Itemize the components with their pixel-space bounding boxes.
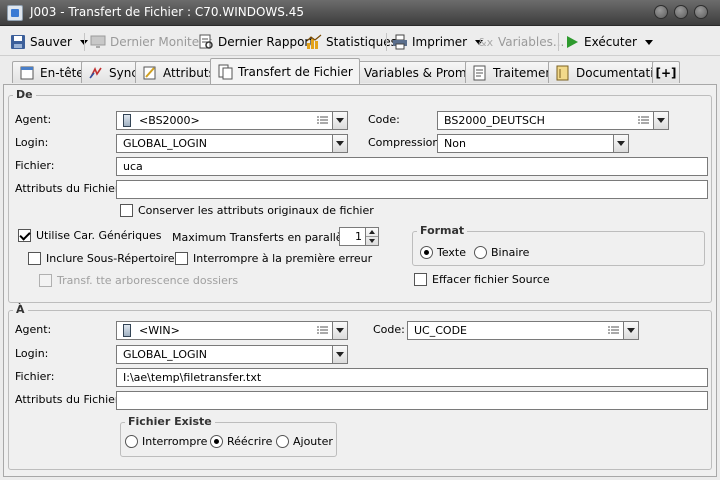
compression-label: Compression: <box>368 136 444 149</box>
stepper-up-icon[interactable] <box>366 228 378 237</box>
source-agent-label: Agent: <box>15 113 52 126</box>
report-icon <box>198 34 214 50</box>
attributes-icon <box>142 65 158 81</box>
toolbar-separator <box>84 33 85 51</box>
variables-button[interactable]: &x Variables... <box>478 31 564 53</box>
source-attrs-input[interactable] <box>116 180 708 199</box>
agent-icon <box>123 324 131 337</box>
window-title: J003 - Transfert de Fichier : C70.WINDOW… <box>30 5 304 19</box>
print-button[interactable]: Imprimer <box>392 31 484 53</box>
dest-attrs-input[interactable] <box>116 391 708 410</box>
save-button[interactable]: Sauver <box>10 31 88 53</box>
compression-dropdown[interactable] <box>613 134 629 153</box>
list-icon[interactable] <box>317 326 328 335</box>
exists-abort-radio[interactable]: Interrompre <box>125 435 207 448</box>
exists-append-radio[interactable]: Ajouter <box>276 435 333 448</box>
printer-icon <box>392 34 408 50</box>
list-icon[interactable] <box>608 326 619 335</box>
dest-file-input[interactable]: I:\ae\temp\filetransfer.txt <box>116 368 708 387</box>
compression-select[interactable]: Non <box>437 134 629 153</box>
sync-icon <box>88 65 104 81</box>
variables-icon: &x <box>478 34 494 50</box>
dest-code-select[interactable]: UC_CODE <box>407 321 639 340</box>
dest-agent-select[interactable]: <WIN> <box>116 321 348 340</box>
svg-text:&x: &x <box>478 36 494 49</box>
add-tab-icon: [+] <box>655 65 677 80</box>
tab-header[interactable]: En-tête <box>12 61 91 83</box>
title-bar: J003 - Transfert de Fichier : C70.WINDOW… <box>0 0 720 26</box>
dest-agent-dropdown[interactable] <box>332 321 348 340</box>
minimize-button[interactable] <box>654 5 668 19</box>
source-file-input[interactable]: uca <box>116 157 708 176</box>
dest-login-label: Login: <box>15 347 49 360</box>
file-exists-legend: Fichier Existe <box>125 415 215 428</box>
wildcards-checkbox[interactable]: Utilise Car. Génériques <box>18 229 162 242</box>
file-transfer-icon <box>217 64 233 80</box>
format-binary-radio[interactable]: Binaire <box>474 246 529 259</box>
maximize-button[interactable] <box>674 5 688 19</box>
source-code-select[interactable]: BS2000_DEUTSCH <box>437 111 669 130</box>
agent-icon <box>123 114 131 127</box>
tab-add[interactable]: [+] <box>652 61 680 83</box>
statistics-button[interactable]: Statistiques <box>306 31 397 53</box>
monitor-icon <box>90 34 106 50</box>
source-agent-select[interactable]: <BS2000> <box>116 111 348 130</box>
dest-code-dropdown[interactable] <box>623 321 639 340</box>
source-attrs-label: Attributs du Fichier: <box>15 182 123 195</box>
format-text-radio[interactable]: Texte <box>420 246 466 259</box>
source-login-select[interactable]: GLOBAL_LOGIN <box>116 134 348 153</box>
documentation-icon <box>555 65 571 81</box>
source-legend: De <box>13 88 36 101</box>
stop-on-error-checkbox[interactable]: Interrompre à la première erreur <box>175 252 372 265</box>
source-login-label: Login: <box>15 136 49 149</box>
source-login-dropdown[interactable] <box>332 134 348 153</box>
dest-login-dropdown[interactable] <box>332 345 348 364</box>
keep-attrs-checkbox[interactable]: Conserver les attributs originaux de fic… <box>120 204 374 217</box>
source-code-dropdown[interactable] <box>653 111 669 130</box>
source-file-label: Fichier: <box>15 159 55 172</box>
tab-file-transfer[interactable]: Transfert de Fichier <box>210 58 360 84</box>
include-subdirs-checkbox[interactable]: Inclure Sous-Répertoires <box>28 252 180 265</box>
list-icon[interactable] <box>638 116 649 125</box>
chevron-down-icon[interactable] <box>644 39 653 45</box>
max-transfers-label: Maximum Transferts en parallèle: <box>172 231 357 244</box>
dest-agent-label: Agent: <box>15 323 52 336</box>
toolbar-separator <box>558 33 559 51</box>
format-legend: Format <box>417 224 468 237</box>
app-icon <box>7 5 23 21</box>
processing-icon <box>472 65 488 81</box>
max-transfers-stepper[interactable]: 1 <box>339 227 379 246</box>
delete-source-checkbox[interactable]: Effacer fichier Source <box>414 273 550 286</box>
chart-icon <box>306 34 322 50</box>
header-icon <box>19 65 35 81</box>
source-code-label: Code: <box>368 113 400 126</box>
execute-button[interactable]: Exécuter <box>564 31 653 53</box>
toolbar: Sauver Dernier Moniteur Dernier Rapport … <box>0 27 720 56</box>
tab-attributes[interactable]: Attributs <box>135 61 222 83</box>
last-monitor-button[interactable]: Dernier Moniteur <box>90 31 212 53</box>
destination-legend: À <box>13 303 28 316</box>
toolbar-separator <box>386 33 387 51</box>
source-agent-dropdown[interactable] <box>332 111 348 130</box>
stepper-down-icon[interactable] <box>366 237 378 245</box>
last-report-button[interactable]: Dernier Rapport <box>198 31 314 53</box>
list-icon[interactable] <box>317 116 328 125</box>
transfer-tree-checkbox[interactable]: Transf. tte arborescence dossiers <box>39 274 238 287</box>
dest-file-label: Fichier: <box>15 370 55 383</box>
tab-bar: En-tête Sync Attributs Transfert de Fich… <box>0 57 720 84</box>
dest-attrs-label: Attributs du Fichier: <box>15 393 123 406</box>
file-transfer-panel: De À Agent: <BS2000> Code: BS2000_DEUTSC… <box>3 84 717 477</box>
exists-overwrite-radio[interactable]: Réécrire <box>210 435 272 448</box>
dest-login-select[interactable]: GLOBAL_LOGIN <box>116 345 348 364</box>
close-button[interactable] <box>694 5 708 19</box>
save-icon <box>10 34 26 50</box>
play-icon <box>564 34 580 50</box>
dest-code-label: Code: <box>373 323 405 336</box>
